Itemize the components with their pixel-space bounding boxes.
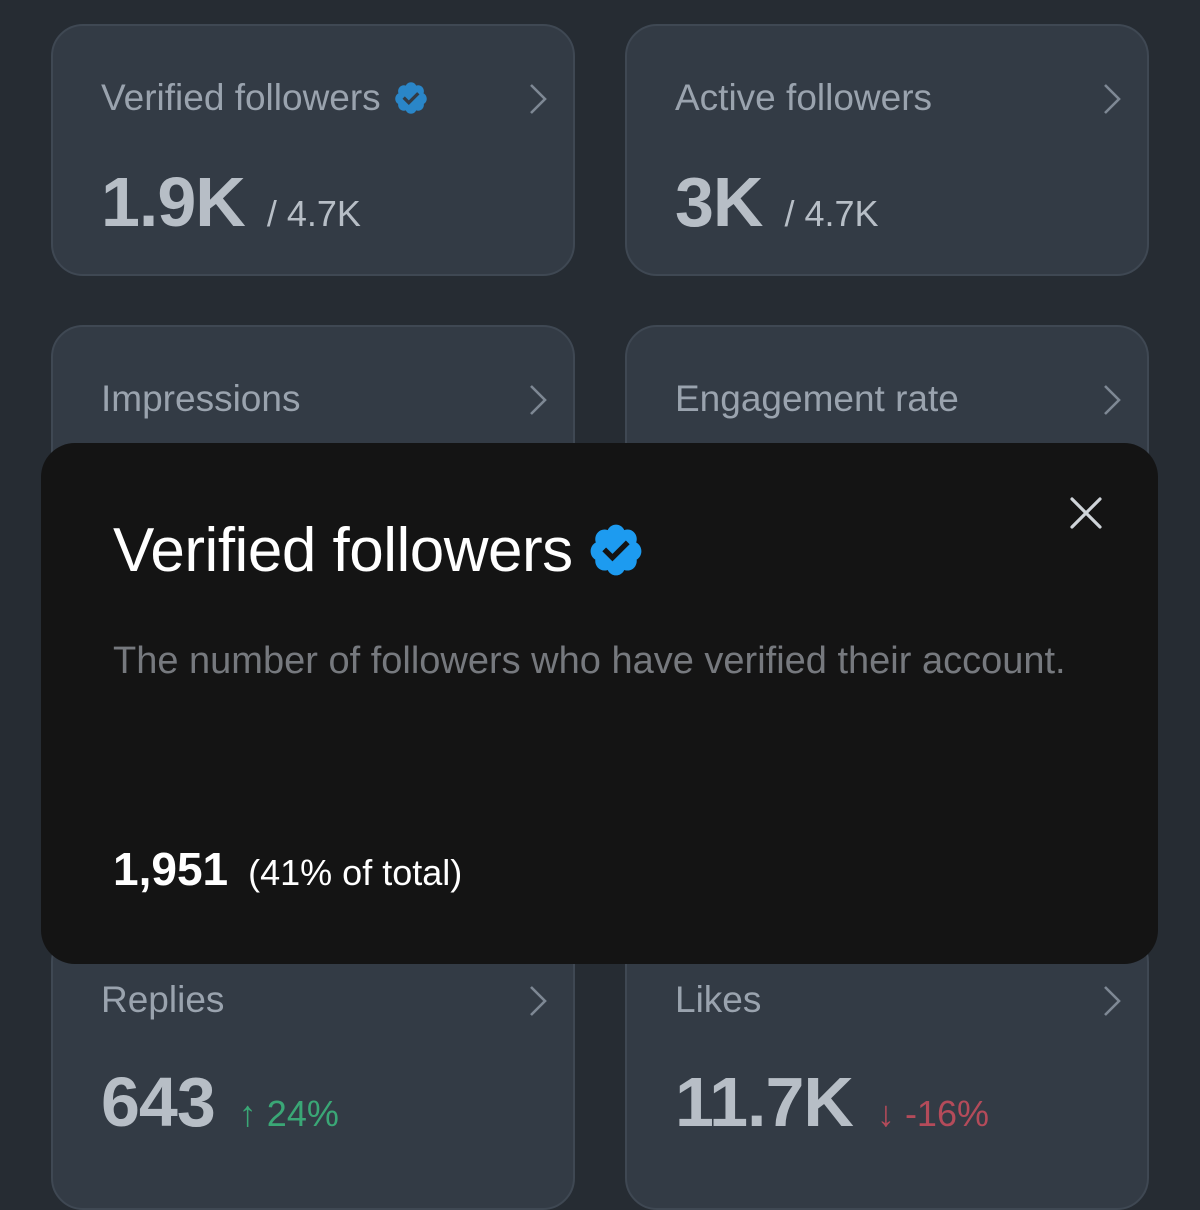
- card-title: Active followers: [675, 76, 932, 120]
- active-followers-value: 3K / 4.7K: [675, 162, 879, 254]
- active-followers-card[interactable]: Active followers 3K / 4.7K: [625, 24, 1149, 276]
- card-title-text: Verified followers: [101, 77, 381, 118]
- replies-value: 643 ↑ 24%: [101, 1062, 339, 1154]
- value-number: 1.9K: [101, 163, 246, 241]
- verified-percent: (41% of total): [248, 852, 463, 893]
- card-title-text: Replies: [101, 979, 225, 1020]
- verified-followers-value: 1.9K / 4.7K: [101, 162, 361, 254]
- modal-description: The number of followers who have verifie…: [113, 640, 1066, 682]
- value-total: / 4.7K: [784, 193, 879, 234]
- value-number: 643: [101, 1063, 216, 1141]
- modal-title-text: Verified followers: [113, 516, 573, 585]
- close-icon[interactable]: [1068, 495, 1104, 531]
- chevron-right-icon: [1104, 986, 1121, 1016]
- value-number: 3K: [675, 163, 763, 241]
- verified-badge-icon: [590, 524, 642, 576]
- chevron-right-icon: [530, 385, 547, 415]
- card-title-text: Impressions: [101, 378, 301, 419]
- verified-badge-icon: [394, 82, 427, 114]
- chevron-right-icon: [530, 84, 547, 114]
- chevron-right-icon: [1104, 385, 1121, 415]
- verified-followers-modal: Verified followers The number of followe…: [41, 443, 1158, 964]
- modal-title: Verified followers: [113, 515, 645, 587]
- card-title: Verified followers: [101, 76, 429, 120]
- value-number: 11.7K: [675, 1063, 854, 1141]
- trend-down-indicator: ↓ -16%: [876, 1093, 989, 1134]
- modal-stat: 1,951 (41% of total): [113, 841, 462, 909]
- chevron-right-icon: [530, 986, 547, 1016]
- card-title: Likes: [675, 978, 761, 1022]
- card-title-text: Active followers: [675, 77, 933, 118]
- card-title: Impressions: [101, 377, 300, 421]
- card-title: Replies: [101, 978, 224, 1022]
- chevron-right-icon: [1104, 84, 1121, 114]
- replies-card[interactable]: Replies 643 ↑ 24%: [51, 930, 575, 1210]
- verified-followers-card[interactable]: Verified followers 1.9K / 4.7K: [51, 24, 575, 276]
- verified-count: 1,951: [113, 843, 229, 895]
- likes-card[interactable]: Likes 11.7K ↓ -16%: [625, 930, 1149, 1210]
- value-total: / 4.7K: [266, 193, 361, 234]
- card-title: Engagement rate: [675, 377, 959, 421]
- card-title-text: Likes: [675, 979, 762, 1020]
- trend-up-indicator: ↑ 24%: [238, 1093, 339, 1134]
- card-title-text: Engagement rate: [675, 378, 959, 419]
- likes-value: 11.7K ↓ -16%: [675, 1062, 989, 1154]
